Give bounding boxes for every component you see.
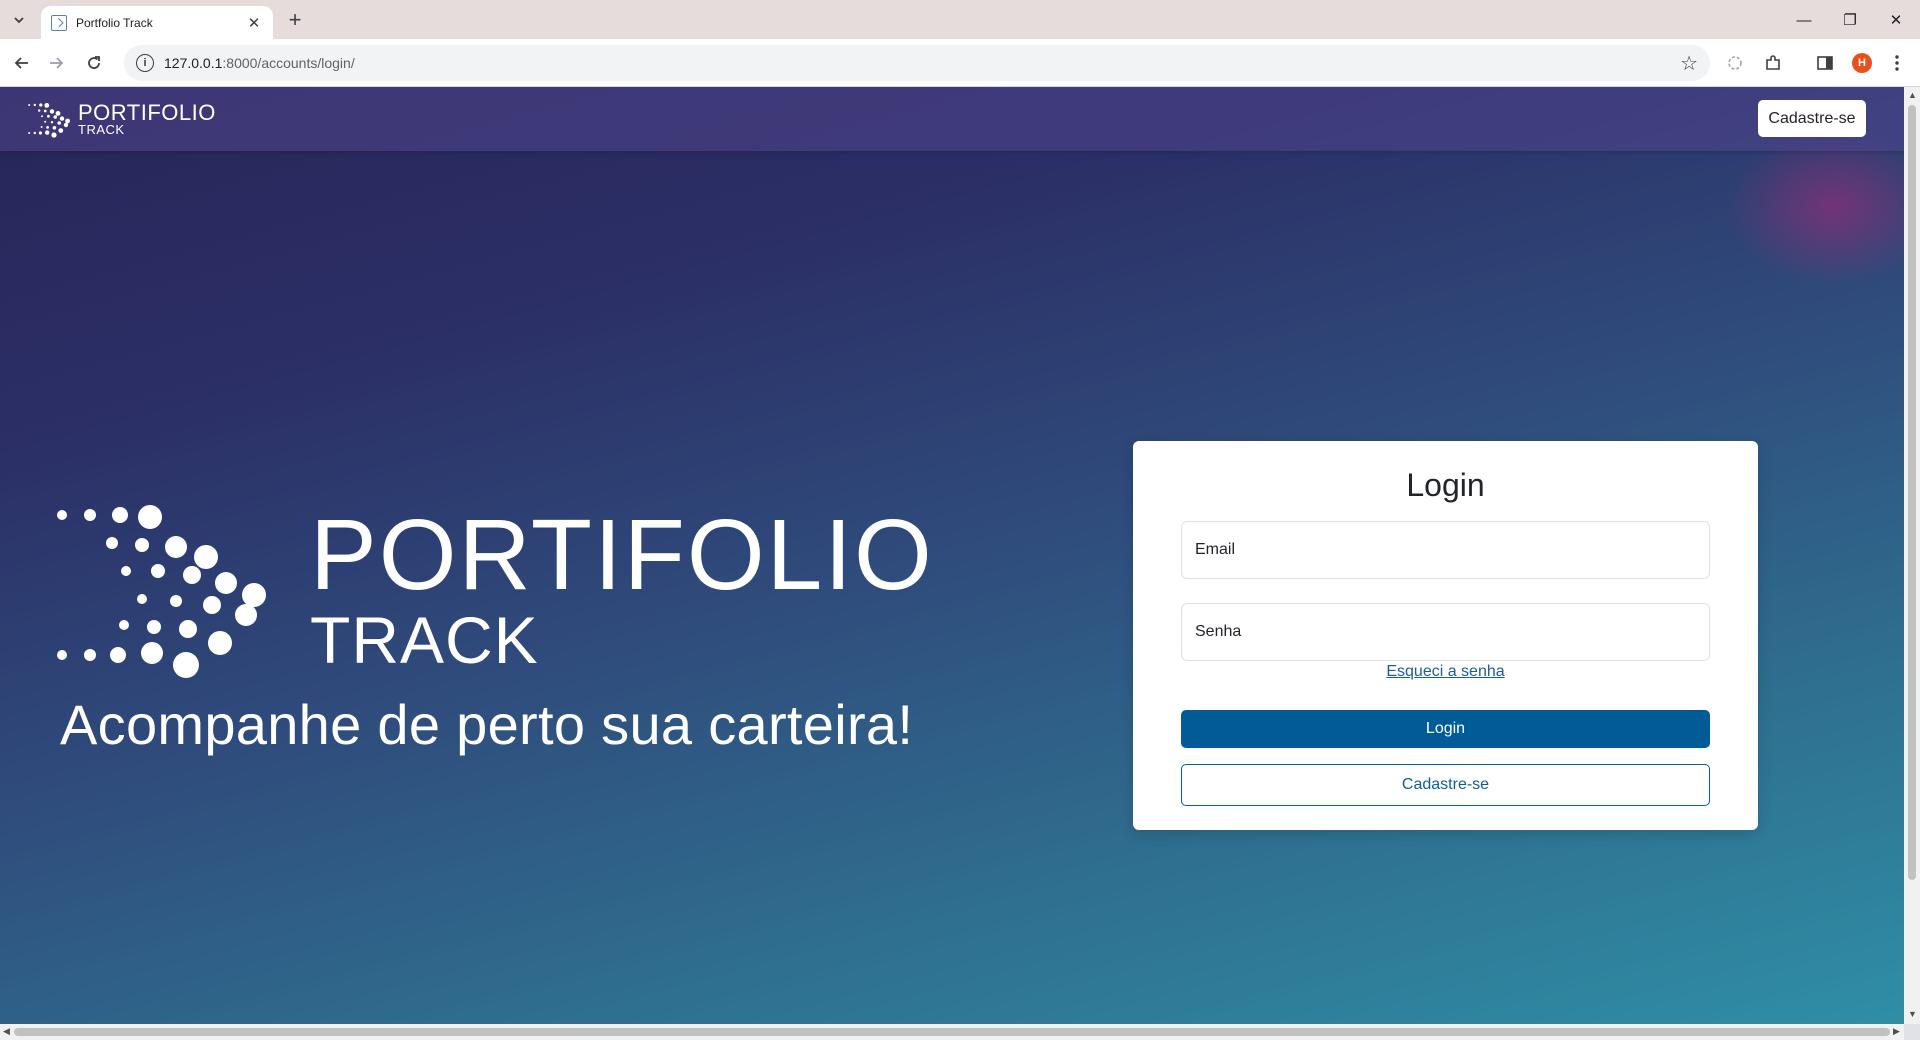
scroll-up-icon[interactable]: ▲: [1908, 90, 1917, 100]
side-panel-icon: [1817, 56, 1833, 70]
kebab-menu-icon: [1895, 55, 1899, 71]
login-card: Login Esqueci a senha Login Cadastre-se: [1133, 441, 1758, 830]
login-title: Login: [1406, 467, 1485, 503]
scroll-right-icon[interactable]: ▶: [1893, 1026, 1900, 1037]
email-input[interactable]: [1195, 541, 1709, 559]
reload-button[interactable]: [80, 49, 108, 77]
site-navbar: PORTIFOLIO TRACK Cadastre-se: [0, 87, 1904, 151]
hero-brand-title: PORTIFOLIO: [310, 499, 934, 611]
portfolio-hero-logo-icon: [57, 505, 266, 678]
restore-window-button[interactable]: ❐: [1830, 8, 1870, 32]
navbar-signup-button[interactable]: Cadastre-se: [1758, 100, 1866, 137]
browser-toolbar: i 127.0.0.1:8000/accounts/login/ ☆ H: [0, 39, 1920, 87]
minimize-window-button[interactable]: —: [1784, 8, 1824, 32]
email-field[interactable]: [1181, 521, 1710, 579]
horizontal-scroll-thumb[interactable]: [14, 1028, 1890, 1036]
forgot-password-link[interactable]: Esqueci a senha: [1133, 663, 1758, 681]
side-panel-button[interactable]: [1812, 50, 1838, 76]
close-tab-icon[interactable]: ✕: [245, 14, 263, 32]
vertical-scroll-thumb[interactable]: [1908, 105, 1916, 880]
loading-extension-icon: [1728, 56, 1742, 70]
forward-button[interactable]: [42, 49, 70, 77]
login-button[interactable]: Login: [1181, 710, 1710, 748]
close-window-button[interactable]: ✕: [1876, 8, 1916, 32]
extension-puzzle-icon[interactable]: [1722, 50, 1748, 76]
tab-search-button[interactable]: [6, 8, 32, 32]
page-viewport: PORTIFOLIO TRACK Cadastre-se PORTIFOLIO …: [0, 87, 1904, 1024]
reload-icon: [88, 56, 100, 69]
url-path: :8000/accounts/login/: [222, 55, 355, 71]
scroll-down-icon[interactable]: ▼: [1908, 1009, 1917, 1019]
arrow-right-icon: [50, 57, 64, 69]
hero-tagline: Acompanhe de perto sua carteira!: [60, 693, 914, 756]
puzzle-icon: [1766, 55, 1780, 70]
url-host: 127.0.0.1: [164, 55, 223, 71]
profile-avatar[interactable]: H: [1852, 53, 1872, 73]
hero-brand-subtitle: TRACK: [310, 603, 539, 677]
horizontal-scrollbar[interactable]: ◀ ▶: [0, 1024, 1904, 1040]
scroll-left-icon[interactable]: ◀: [3, 1026, 10, 1037]
signup-button[interactable]: Cadastre-se: [1181, 764, 1710, 806]
page-favicon-icon: [51, 14, 67, 31]
vertical-scrollbar[interactable]: ▲ ▼: [1904, 87, 1920, 1024]
portfolio-logo-icon[interactable]: [28, 101, 72, 141]
site-info-icon[interactable]: i: [136, 54, 154, 72]
extensions-button[interactable]: [1760, 50, 1786, 76]
navbar-brand-subtitle[interactable]: TRACK: [78, 122, 125, 137]
password-input[interactable]: [1195, 623, 1709, 641]
address-bar[interactable]: i 127.0.0.1:8000/accounts/login/ ☆: [124, 45, 1710, 81]
browser-menu-button[interactable]: [1884, 50, 1910, 76]
new-tab-button[interactable]: +: [282, 7, 308, 33]
chevron-down-icon: [14, 17, 24, 24]
tab-title: Portfolio Track: [76, 15, 153, 30]
browser-tab-strip: Portfolio Track ✕ + — ❐ ✕: [0, 0, 1920, 39]
browser-tab[interactable]: Portfolio Track ✕: [41, 6, 273, 39]
password-field[interactable]: [1181, 603, 1710, 661]
url-text: 127.0.0.1:8000/accounts/login/: [164, 55, 355, 71]
back-button[interactable]: [8, 49, 36, 77]
bookmark-star-icon[interactable]: ☆: [1680, 51, 1698, 76]
arrow-left-icon: [14, 57, 28, 69]
